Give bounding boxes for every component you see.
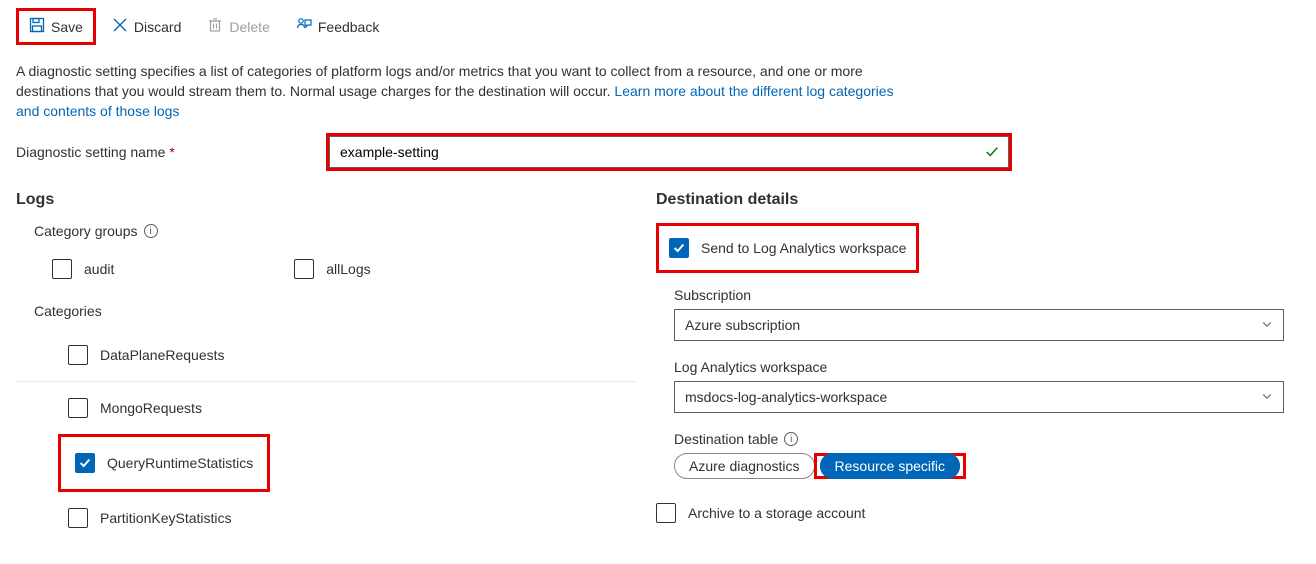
- checkbox-archive-storage[interactable]: Archive to a storage account: [656, 497, 1300, 529]
- discard-button[interactable]: Discard: [102, 11, 191, 42]
- info-icon[interactable]: i: [784, 432, 798, 446]
- checkbox-icon: [669, 238, 689, 258]
- description-text: A diagnostic setting specifies a list of…: [16, 61, 896, 121]
- checkbox-mongorequests[interactable]: MongoRequests: [16, 381, 636, 434]
- subscription-value: Azure subscription: [685, 317, 800, 333]
- archive-storage-label: Archive to a storage account: [688, 505, 865, 521]
- category-groups-row: audit allLogs: [16, 249, 636, 289]
- category-groups-label: Category groups i: [34, 223, 636, 239]
- logs-heading: Logs: [16, 191, 636, 209]
- checkbox-queryruntimestatistics[interactable]: QueryRuntimeStatistics: [75, 437, 253, 489]
- subscription-label: Subscription: [674, 287, 1300, 303]
- checkbox-dataplanerequests[interactable]: DataPlaneRequests: [16, 329, 636, 381]
- checkmark-icon: [985, 145, 999, 162]
- workspace-value: msdocs-log-analytics-workspace: [685, 389, 887, 405]
- mongo-label: MongoRequests: [100, 400, 202, 416]
- save-icon: [29, 17, 45, 36]
- workspace-label: Log Analytics workspace: [674, 359, 1300, 375]
- pill-resource-specific[interactable]: Resource specific: [820, 453, 961, 479]
- subscription-select[interactable]: Azure subscription: [674, 309, 1284, 341]
- destination-column: Destination details Send to Log Analytic…: [656, 191, 1300, 544]
- checkbox-icon: [656, 503, 676, 523]
- setting-name-label: Diagnostic setting name*: [16, 144, 326, 160]
- dest-table-text: Destination table: [674, 431, 778, 447]
- columns: Logs Category groups i audit allLogs Cat…: [16, 191, 1300, 544]
- alllogs-label: allLogs: [326, 261, 370, 277]
- checkbox-icon: [68, 345, 88, 365]
- logs-column: Logs Category groups i audit allLogs Cat…: [16, 191, 636, 544]
- send-log-analytics-highlight: Send to Log Analytics workspace: [656, 223, 919, 273]
- dest-table-group: Destination table i Azure diagnostics Re…: [674, 431, 1300, 479]
- checkbox-audit[interactable]: audit: [16, 249, 114, 289]
- dest-table-pills: Azure diagnostics Resource specific: [674, 453, 1300, 479]
- resource-specific-highlight: Resource specific: [814, 453, 967, 479]
- close-icon: [112, 17, 128, 36]
- feedback-label: Feedback: [318, 19, 379, 35]
- subscription-group: Subscription Azure subscription: [674, 287, 1300, 341]
- checkbox-icon: [75, 453, 95, 473]
- delete-label: Delete: [229, 19, 269, 35]
- setting-name-input-wrap: [326, 133, 1012, 171]
- checkbox-icon: [294, 259, 314, 279]
- checkbox-icon: [52, 259, 72, 279]
- checkbox-alllogs[interactable]: allLogs: [258, 249, 370, 289]
- checkbox-send-log-analytics[interactable]: Send to Log Analytics workspace: [669, 232, 906, 264]
- feedback-icon: [296, 17, 312, 36]
- workspace-group: Log Analytics workspace msdocs-log-analy…: [674, 359, 1300, 413]
- setting-name-label-text: Diagnostic setting name: [16, 144, 165, 160]
- destination-heading: Destination details: [656, 191, 1300, 209]
- content-area: A diagnostic setting specifies a list of…: [0, 53, 1316, 564]
- discard-label: Discard: [134, 19, 181, 35]
- trash-icon: [207, 17, 223, 36]
- required-asterisk: *: [169, 144, 174, 160]
- category-groups-text: Category groups: [34, 223, 138, 239]
- dataplane-label: DataPlaneRequests: [100, 347, 225, 363]
- save-button[interactable]: Save: [16, 8, 96, 45]
- setting-name-input[interactable]: [329, 136, 1009, 168]
- chevron-down-icon: [1261, 389, 1273, 405]
- dest-table-label: Destination table i: [674, 431, 1300, 447]
- categories-label: Categories: [34, 303, 636, 319]
- send-log-analytics-label: Send to Log Analytics workspace: [701, 240, 906, 256]
- pill-azure-diagnostics[interactable]: Azure diagnostics: [674, 453, 815, 479]
- save-label: Save: [51, 19, 83, 35]
- checkbox-icon: [68, 508, 88, 528]
- feedback-button[interactable]: Feedback: [286, 11, 389, 42]
- chevron-down-icon: [1261, 317, 1273, 333]
- checkbox-partitionkeystatistics[interactable]: PartitionKeyStatistics: [16, 492, 636, 544]
- toolbar: Save Discard Delete Feedback: [0, 0, 1316, 53]
- setting-name-row: Diagnostic setting name*: [16, 133, 1300, 171]
- delete-button: Delete: [197, 11, 279, 42]
- workspace-select[interactable]: msdocs-log-analytics-workspace: [674, 381, 1284, 413]
- checkbox-icon: [68, 398, 88, 418]
- partitionkey-label: PartitionKeyStatistics: [100, 510, 232, 526]
- query-runtime-highlight: QueryRuntimeStatistics: [58, 434, 270, 492]
- info-icon[interactable]: i: [144, 224, 158, 238]
- audit-label: audit: [84, 261, 114, 277]
- queryruntime-label: QueryRuntimeStatistics: [107, 455, 253, 471]
